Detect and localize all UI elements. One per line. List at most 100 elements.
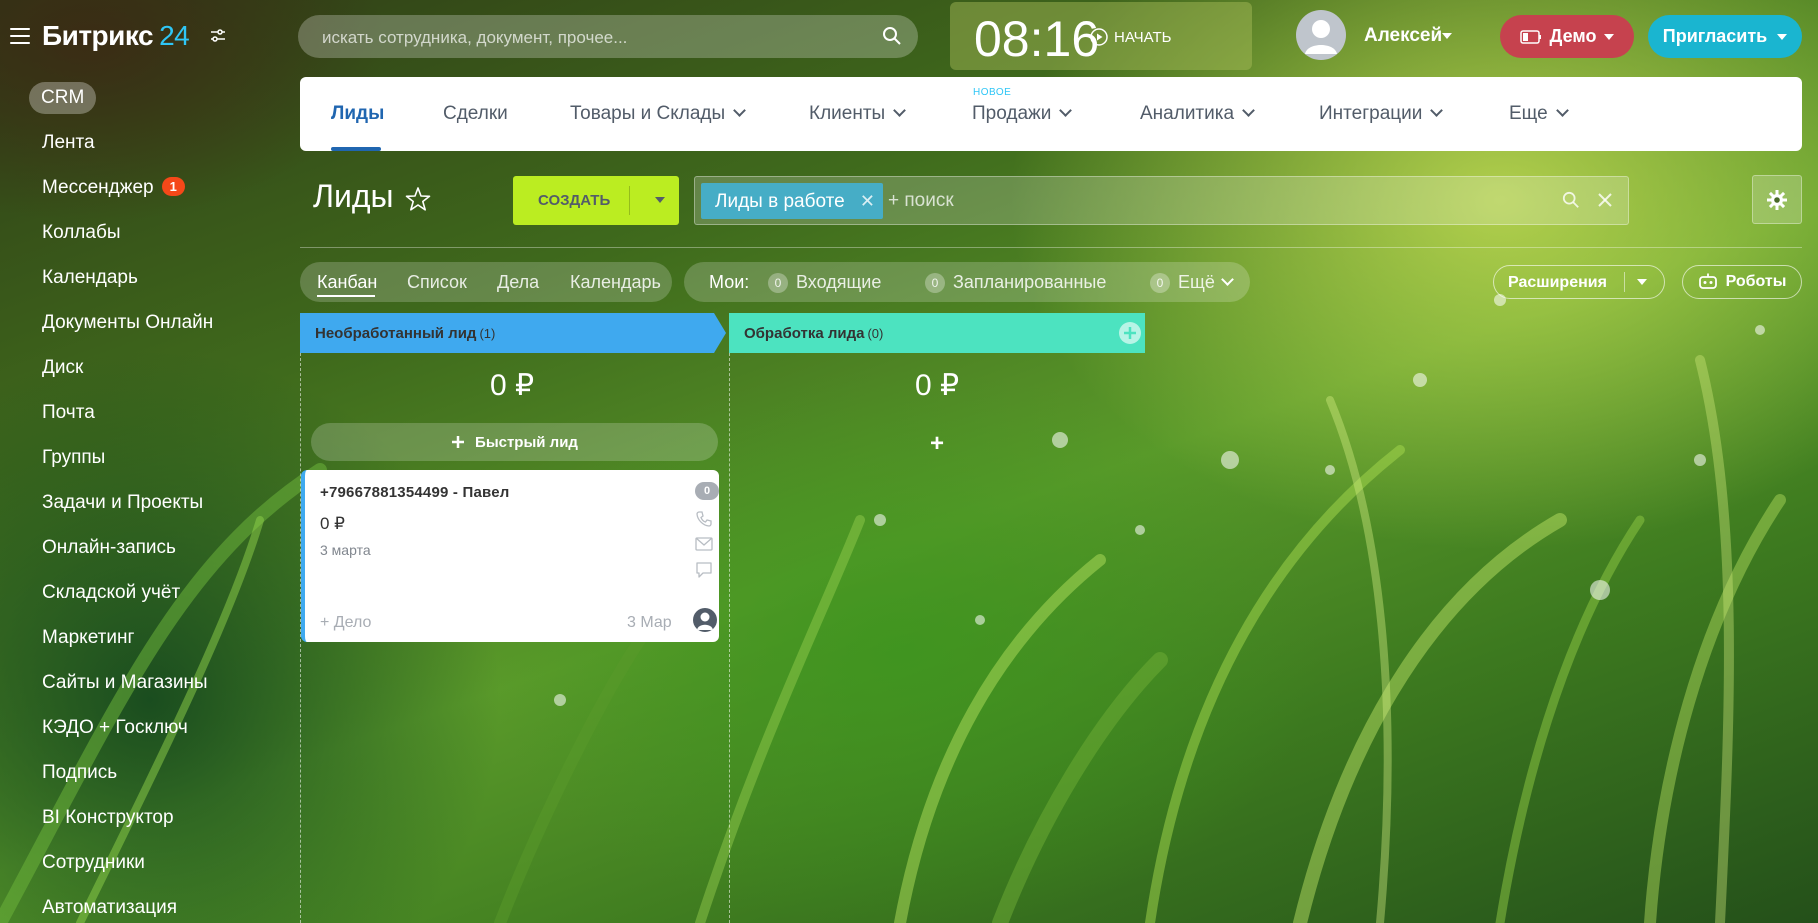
counter-label: Ещё [1178, 272, 1215, 292]
lead-amount: 0 ₽ [320, 514, 345, 533]
column-sum: 0 ₽ [915, 369, 960, 402]
caret-down-icon[interactable] [1637, 279, 1647, 285]
column-title: Необработанный лид [315, 325, 477, 342]
bitrix24-logo[interactable]: Битрикс 24 [42, 20, 190, 52]
settings-sliders-icon[interactable] [210, 28, 226, 44]
email-icon[interactable] [695, 537, 713, 551]
create-label: СОЗДАТЬ [538, 192, 611, 209]
tab-sales[interactable]: Продажи [972, 103, 1073, 125]
quick-lead-label: Быстрый лид [475, 433, 578, 451]
extensions-separator [1624, 272, 1625, 292]
counter-incoming[interactable]: 0 Входящие [768, 272, 881, 293]
close-icon[interactable] [1596, 191, 1614, 209]
invite-button[interactable]: Пригласить [1648, 15, 1802, 58]
add-column-icon[interactable] [1119, 322, 1141, 344]
filter-search-bar[interactable]: Лиды в работе ✕ + поиск [694, 176, 1629, 225]
sidebar-item-automation[interactable]: Автоматизация [42, 897, 177, 919]
tab-analytics[interactable]: Аналитика [1140, 103, 1255, 125]
clock-time: 08:16 [974, 11, 1100, 67]
global-search[interactable] [298, 15, 918, 60]
sidebar-item-mail[interactable]: Почта [42, 402, 95, 424]
counter-more[interactable]: 0 Ещё [1150, 272, 1234, 293]
kanban-column-header-unprocessed[interactable]: Необработанный лид (1) [300, 313, 726, 353]
menu-burger-icon[interactable] [10, 28, 30, 44]
messenger-counter-badge: 1 [161, 177, 185, 196]
sidebar-item-messenger[interactable]: Мессенджер 1 [42, 177, 185, 199]
sidebar-item-kedo[interactable]: КЭДО + Госключ [42, 717, 188, 739]
robots-button[interactable]: Роботы [1682, 265, 1802, 299]
extensions-label: Расширения [1508, 274, 1607, 291]
add-activity-link[interactable]: + Дело [320, 614, 371, 632]
filter-chip[interactable]: Лиды в работе ✕ [701, 183, 883, 219]
tab-integrations[interactable]: Интеграции [1319, 103, 1444, 125]
view-activities[interactable]: Дела [497, 272, 539, 293]
chat-icon[interactable] [695, 562, 713, 578]
view-calendar[interactable]: Календарь [570, 272, 661, 293]
caret-down-icon[interactable] [655, 197, 665, 203]
search-hint[interactable]: + поиск [888, 190, 954, 212]
extensions-button[interactable]: Расширения [1493, 265, 1665, 299]
sidebar-item-employees[interactable]: Сотрудники [42, 852, 145, 874]
column-sum: 0 ₽ [490, 369, 535, 402]
view-switcher: Канбан Список Дела Календарь [300, 262, 672, 302]
tab-label: Продажи [972, 103, 1052, 124]
tab-more[interactable]: Еще [1509, 103, 1569, 125]
caret-down-icon[interactable] [1442, 33, 1452, 39]
close-icon[interactable]: ✕ [860, 191, 875, 212]
global-search-input[interactable] [320, 15, 864, 60]
user-name[interactable]: Алексей [1364, 25, 1442, 47]
sidebar-item-collabs[interactable]: Коллабы [42, 222, 121, 244]
demo-button[interactable]: Демо [1500, 15, 1634, 58]
view-list[interactable]: Список [407, 272, 467, 293]
sidebar-item-inventory[interactable]: Складской учёт [42, 582, 180, 604]
sidebar-item-bi-builder[interactable]: BI Конструктор [42, 807, 174, 829]
counter-value: 0 [1150, 273, 1170, 293]
chevron-down-icon [893, 104, 907, 117]
counter-value: 0 [925, 273, 945, 293]
chevron-down-icon [1430, 104, 1444, 117]
tab-clients[interactable]: Клиенты [809, 103, 907, 125]
chevron-down-icon [1555, 104, 1569, 117]
counter-planned[interactable]: 0 Запланированные [925, 272, 1106, 293]
activity-counter-badge: 0 [695, 482, 719, 500]
worktime-clock[interactable]: 08:16 НАЧАТЬ [950, 2, 1252, 70]
lead-title[interactable]: +79667881354499 - Павел [320, 484, 510, 501]
sidebar-item-marketing[interactable]: Маркетинг [42, 627, 134, 649]
quick-lead-button[interactable]: Быстрый лид [311, 423, 718, 461]
column-count: (0) [867, 326, 884, 341]
my-counters: Мои: 0 Входящие 0 Запланированные 0 Ещё [684, 262, 1250, 302]
filter-chip-label: Лиды в работе [715, 191, 845, 212]
phone-icon[interactable] [695, 510, 713, 528]
sidebar-item-crm[interactable]: CRM [29, 82, 97, 114]
responsible-avatar[interactable] [693, 608, 717, 632]
view-kanban[interactable]: Канбан [317, 272, 377, 293]
settings-button[interactable] [1752, 175, 1802, 224]
tab-products-warehouses[interactable]: Товары и Склады [570, 103, 747, 125]
caret-down-icon [1604, 33, 1615, 40]
sidebar-item-online-booking[interactable]: Онлайн-запись [42, 537, 176, 559]
star-icon[interactable] [405, 186, 431, 212]
sidebar-item-signature[interactable]: Подпись [42, 762, 117, 784]
lead-card[interactable]: +79667881354499 - Павел 0 ₽ 3 марта 0 + … [301, 470, 719, 642]
create-button-separator [629, 186, 630, 215]
sidebar-item-calendar[interactable]: Календарь [42, 267, 138, 289]
start-workday-button[interactable]: НАЧАТЬ [1090, 28, 1172, 46]
chevron-down-icon [1059, 104, 1073, 117]
kanban-column-header-processing[interactable]: Обработка лида (0) [729, 313, 1145, 353]
sidebar-item-groups[interactable]: Группы [42, 447, 105, 469]
crm-top-navigation: Лиды Сделки Товары и Склады Клиенты НОВО… [300, 77, 1802, 151]
tab-leads[interactable]: Лиды [331, 103, 384, 125]
user-avatar[interactable] [1296, 10, 1346, 60]
add-item-button[interactable]: + [930, 430, 944, 458]
sidebar-item-sites-stores[interactable]: Сайты и Магазины [42, 672, 208, 694]
sidebar-item-disk[interactable]: Диск [42, 357, 83, 379]
search-icon[interactable] [882, 26, 902, 46]
tab-deals[interactable]: Сделки [443, 103, 508, 125]
toolbar-divider [300, 247, 1802, 248]
invite-label: Пригласить [1662, 26, 1768, 46]
create-button[interactable]: СОЗДАТЬ [513, 176, 679, 225]
sidebar-item-feed[interactable]: Лента [42, 132, 95, 154]
sidebar-item-tasks[interactable]: Задачи и Проекты [42, 492, 203, 514]
sidebar-item-documents-online[interactable]: Документы Онлайн [42, 312, 213, 334]
search-icon[interactable] [1562, 191, 1580, 209]
